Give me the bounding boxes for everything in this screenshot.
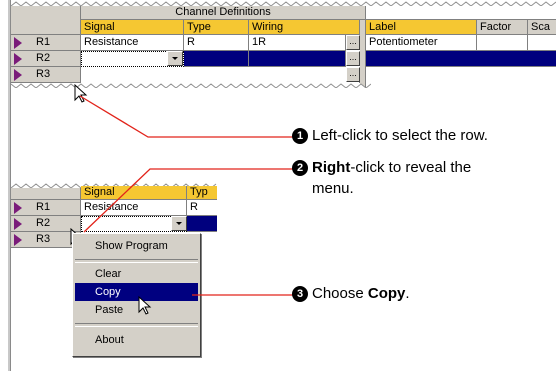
row-arrow-icon [14,218,22,230]
cell-r2-wiring[interactable] [249,51,346,67]
menu-item-paste[interactable]: Paste [75,301,198,319]
callout-3-bold: Copy [367,285,406,302]
row-id: R1 [36,201,51,213]
row-header-r1[interactable]: R1 [11,35,81,51]
cell-r2-label[interactable] [366,51,556,67]
column-header-factor[interactable]: Factor [477,20,528,35]
column-header-label[interactable]: Label [366,20,477,35]
callout-1-text: Left-click to select the row. [312,127,488,144]
row-id: R2 [36,217,51,229]
cell-r2-type[interactable] [187,216,217,232]
row-id: R1 [36,36,51,48]
r2-signal-dropdown-button[interactable] [171,216,187,231]
callout-2-bold: Right [312,159,351,176]
menu-item-clear[interactable]: Clear [75,265,198,283]
cell-r1-type[interactable]: R [184,35,249,51]
column-header-type[interactable]: Typ [187,186,217,200]
callout-2-text: -click to reveal the [350,159,472,176]
cell-r1-scale[interactable] [528,35,556,51]
r2-wiring-ellipsis-button[interactable]: ... [346,51,360,66]
callout-2: 2 Right-click to reveal the [292,159,471,176]
row-arrow-icon [14,202,22,214]
column-header-scale[interactable]: Sca [528,20,556,35]
row-arrow-icon [14,234,22,246]
cell-r1-signal[interactable]: Resistance [81,35,184,51]
column-header-type[interactable]: Type [184,20,249,35]
row-arrow-icon [14,53,22,65]
mouse-cursor-icon [138,296,152,315]
step-number-badge: 3 [292,286,308,302]
row-id: R2 [36,52,51,64]
step-number-badge: 1 [292,128,308,144]
r2-signal-dropdown-button[interactable] [167,51,183,66]
corner-header [11,6,81,35]
row-header-r2[interactable]: R2 [11,51,81,67]
menu-item-show-program[interactable]: Show Program [75,237,198,255]
context-menu: Show Program Clear Copy Paste About [72,233,201,357]
callout-3-text: Choose [312,285,368,302]
below-grid-white [11,88,556,120]
cell-r1-signal[interactable]: Resistance [81,200,187,216]
column-header-signal[interactable]: Signal [81,186,187,200]
header-empty-area [366,6,556,20]
callout-2-text2: menu. [312,180,354,197]
cell-r1-type[interactable]: R [187,200,217,216]
cell-r1-wiring[interactable]: 1R [249,35,346,51]
corner-header [11,188,81,200]
cell-r1-factor[interactable] [477,35,528,51]
callout-1: 1 Left-click to select the row. [292,127,488,144]
cell-r2-type[interactable] [184,51,249,67]
menu-separator [75,259,198,263]
group-header-channel-definitions: Channel Definitions [81,6,366,20]
r1-wiring-ellipsis-button[interactable]: ... [346,35,360,50]
menu-item-about[interactable]: About [75,331,198,349]
callout-3: 3 Choose Copy. [292,285,410,302]
column-header-wiring[interactable]: Wiring [249,20,360,35]
step-number-badge: 2 [292,160,308,176]
menu-item-copy[interactable]: Copy [75,283,198,301]
row-arrow-icon [14,37,22,49]
menu-separator [75,323,198,327]
row-header-r1[interactable]: R1 [11,200,81,216]
row-id: R3 [36,233,51,245]
mouse-cursor-icon [74,84,88,103]
cell-r1-label[interactable]: Potentiometer [366,35,477,51]
top-grid: Channel Definitions Signal Type Wiring L… [11,0,556,120]
column-header-signal[interactable]: Signal [81,20,184,35]
callout-2-line2: menu. [312,180,354,197]
callout-3-end: . [405,285,410,302]
